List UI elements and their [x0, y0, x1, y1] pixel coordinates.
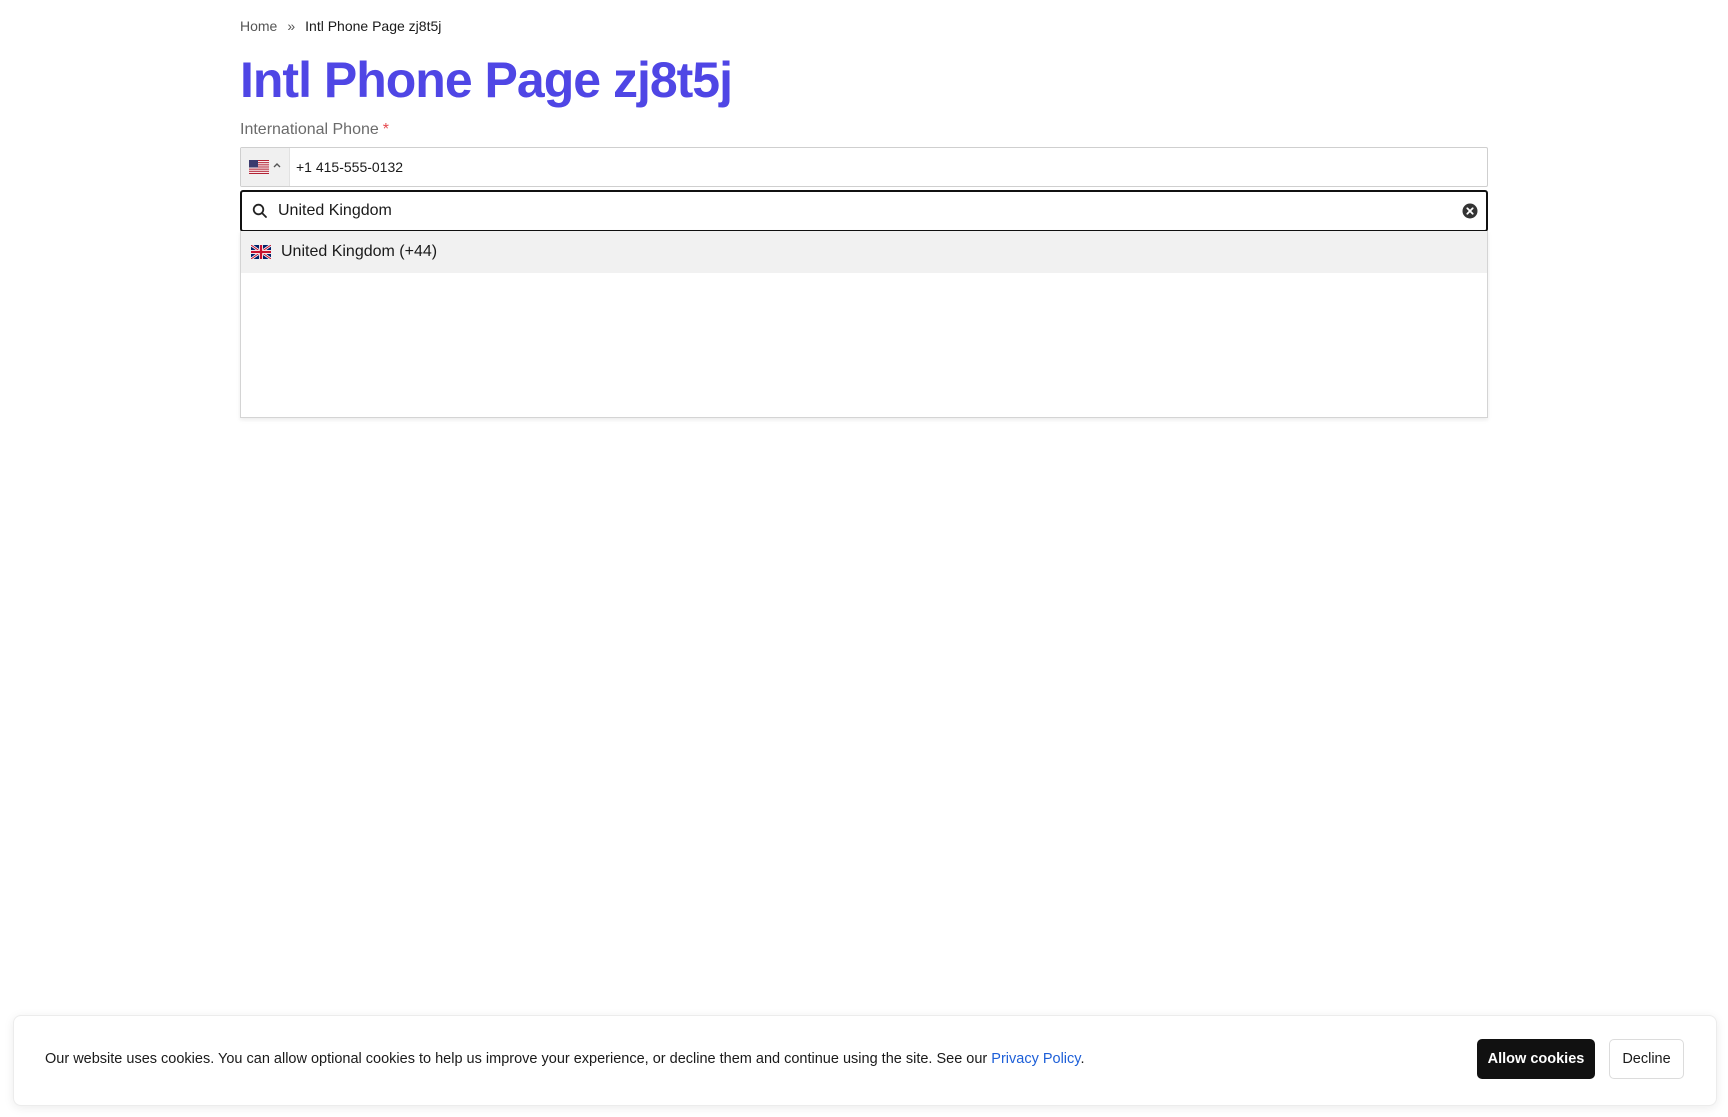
search-icon — [252, 203, 268, 219]
breadcrumb-current: Intl Phone Page zj8t5j — [305, 18, 442, 34]
country-search-value[interactable]: United Kingdom — [278, 202, 1462, 220]
country-option[interactable]: United Kingdom (+44) — [241, 231, 1487, 273]
chevron-up-icon — [273, 161, 281, 171]
uk-flag-icon — [251, 245, 271, 259]
cookie-message-text: Our website uses cookies. You can allow … — [45, 1051, 992, 1067]
breadcrumb-home-link[interactable]: Home — [240, 18, 277, 34]
country-select-button[interactable] — [241, 148, 290, 186]
phone-input[interactable]: +1 415-555-0132 — [240, 147, 1488, 187]
page-title: Intl Phone Page zj8t5j — [240, 52, 733, 108]
country-search-input[interactable]: United Kingdom — [240, 190, 1488, 232]
us-flag-icon — [249, 160, 269, 174]
phone-field-label: International Phone * — [240, 121, 389, 139]
required-mark: * — [382, 121, 390, 138]
cookie-message: Our website uses cookies. You can allow … — [45, 1051, 1084, 1067]
phone-field-label-text: International Phone — [240, 121, 379, 138]
phone-number-value[interactable]: +1 415-555-0132 — [296, 159, 403, 175]
privacy-policy-link[interactable]: Privacy Policy — [991, 1051, 1080, 1067]
cookie-banner: Our website uses cookies. You can allow … — [13, 1015, 1717, 1106]
country-dropdown: United Kingdom (+44) — [240, 231, 1488, 418]
breadcrumb: Home » Intl Phone Page zj8t5j — [240, 18, 441, 34]
country-option-label: United Kingdom (+44) — [281, 243, 438, 260]
decline-cookies-button[interactable]: Decline — [1609, 1039, 1684, 1079]
allow-cookies-button[interactable]: Allow cookies — [1477, 1039, 1595, 1079]
cookie-message-period: . — [1080, 1051, 1085, 1067]
clear-search-icon[interactable] — [1462, 203, 1478, 219]
breadcrumb-separator: » — [287, 18, 296, 34]
